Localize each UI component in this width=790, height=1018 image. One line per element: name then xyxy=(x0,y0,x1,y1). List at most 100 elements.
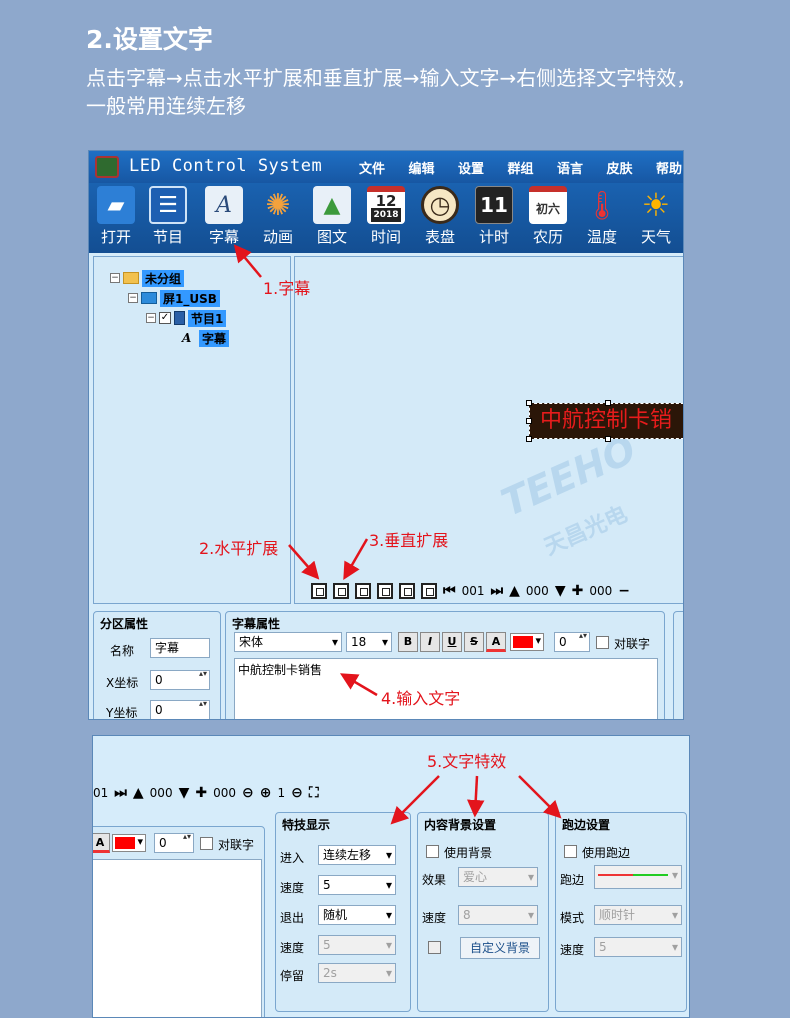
menu-group[interactable]: 群组 xyxy=(508,158,558,177)
custom-background-button[interactable]: 自定义背景 xyxy=(460,937,540,959)
led-text-area[interactable]: 中航控制卡销 xyxy=(529,403,683,439)
checkbox-checked-icon[interactable]: ✓ xyxy=(159,312,171,324)
annotation-step5: 5.文字特效 xyxy=(427,752,507,771)
tree-node-group[interactable]: − 未分组 xyxy=(110,269,185,287)
program-icon: ☰ xyxy=(149,186,187,224)
couplet-checkbox[interactable] xyxy=(200,837,213,850)
collapse-icon[interactable]: − xyxy=(128,293,138,303)
menu-file[interactable]: 文件 xyxy=(359,158,409,177)
align-bottom-button[interactable] xyxy=(421,583,437,599)
toolbar-open-button[interactable]: ▰ 打开 xyxy=(91,183,141,253)
next-frame-icon[interactable]: ⏭ xyxy=(114,785,127,801)
enter-effect-select[interactable]: 连续左移 xyxy=(318,845,396,865)
toolbar-weather-button[interactable]: ☀ 天气 xyxy=(631,183,681,253)
italic-button[interactable]: I xyxy=(420,632,440,652)
bg-speed-select[interactable]: 8 xyxy=(458,905,538,925)
text-content-input[interactable] xyxy=(93,859,262,1017)
custom-bg-checkbox[interactable] xyxy=(428,941,441,954)
tree-group-label: 未分组 xyxy=(142,269,185,287)
resize-handle[interactable] xyxy=(605,400,611,406)
zoom-out-icon[interactable]: ⊖ xyxy=(291,785,303,801)
border-style-select[interactable] xyxy=(594,865,682,889)
enter-speed-select[interactable]: 5 xyxy=(318,875,396,895)
x-label: X坐标 xyxy=(106,676,139,690)
toolbar-lunar-button[interactable]: 初六 农历 xyxy=(523,183,573,253)
align-left-button[interactable] xyxy=(377,583,393,599)
exit-effect-select[interactable]: 随机 xyxy=(318,905,396,925)
color-swatch xyxy=(115,837,135,849)
font-select[interactable]: 宋体 xyxy=(234,632,342,652)
underline-button[interactable]: U xyxy=(442,632,462,652)
border-speed-select[interactable]: 5 xyxy=(594,937,682,957)
horizontal-expand-button[interactable] xyxy=(311,583,327,599)
toolbar-subtitle-button[interactable]: A 字幕 xyxy=(199,183,249,253)
align-center-button[interactable] xyxy=(355,583,371,599)
toolbar-animation-button[interactable]: ✺ 动画 xyxy=(253,183,303,253)
toolbar-dial-button[interactable]: ◷ 表盘 xyxy=(415,183,465,253)
toolbar-program-button[interactable]: ☰ 节目 xyxy=(143,183,193,253)
collapse-icon[interactable]: − xyxy=(110,273,120,283)
toolbar-label: 温度 xyxy=(586,228,617,246)
color-picker[interactable] xyxy=(510,633,544,651)
down-triangle-icon[interactable]: ▼ xyxy=(179,785,190,801)
use-background-checkbox[interactable] xyxy=(426,845,439,858)
color-picker[interactable] xyxy=(112,834,146,852)
name-input[interactable]: 字幕 xyxy=(150,638,210,658)
menu-edit[interactable]: 编辑 xyxy=(409,158,459,177)
menu-language[interactable]: 语言 xyxy=(557,158,607,177)
fit-screen-icon[interactable]: ⛶ xyxy=(309,785,319,801)
toolbar-image-text-button[interactable]: ▲ 图文 xyxy=(307,183,357,253)
up-triangle-icon[interactable]: ▲ xyxy=(509,583,520,599)
tree-node-screen[interactable]: − 屏1_USB xyxy=(128,289,220,307)
toolbar-timer-button[interactable]: 11 计时 xyxy=(469,183,519,253)
down-triangle-icon[interactable]: ▼ xyxy=(555,583,566,599)
y-coordinate-input[interactable]: 0 xyxy=(150,699,210,719)
strikethrough-button[interactable]: S xyxy=(464,632,484,652)
resize-handle[interactable] xyxy=(526,436,532,442)
font-size-select[interactable]: 18 xyxy=(346,632,392,652)
plus-icon[interactable]: ✚ xyxy=(572,583,584,599)
menu-skin[interactable]: 皮肤 xyxy=(607,158,657,177)
toolbar-label: 字幕 xyxy=(208,228,239,246)
toolbar-temperature-button[interactable]: 🌡 温度 xyxy=(577,183,627,253)
bold-button[interactable]: B xyxy=(398,632,418,652)
tree-node-program[interactable]: − ✓ 节目1 xyxy=(146,309,227,327)
align-top-button[interactable] xyxy=(399,583,415,599)
resize-handle[interactable] xyxy=(526,400,532,406)
menu-settings[interactable]: 设置 xyxy=(458,158,508,177)
up-triangle-icon[interactable]: ▲ xyxy=(133,785,144,801)
toolbar-time-button[interactable]: 12 2018 时间 xyxy=(361,183,411,253)
first-frame-icon[interactable]: ⏮ xyxy=(443,583,456,599)
border-mode-select[interactable]: 顺时针 xyxy=(594,905,682,925)
exit-speed-select[interactable]: 5 xyxy=(318,935,396,955)
dial-clock-icon: ◷ xyxy=(421,186,459,224)
use-border-checkbox[interactable] xyxy=(564,845,577,858)
screen-icon xyxy=(141,292,157,304)
plus-value: 000 xyxy=(213,786,236,800)
weather-sun-icon: ☀ xyxy=(641,186,671,224)
plus-value: 000 xyxy=(589,584,613,598)
char-spacing-input[interactable]: 0 xyxy=(154,832,194,853)
text-color-button[interactable]: A xyxy=(93,833,110,853)
x-coordinate-input[interactable]: 0 xyxy=(150,669,210,690)
tree-node-subtitle[interactable]: A 字幕 xyxy=(182,329,230,347)
next-frame-icon[interactable]: ⏭ xyxy=(491,583,504,599)
app-screenshot-effects: 01 ⏭ ▲ 000 ▼ ✚ 000 ⊖ ⊕ 1 ⊖ ⛶ A 0 对联字 特技显… xyxy=(92,735,690,1018)
page-intro: 点击字幕→点击水平扩展和垂直扩展→输入文字→右侧选择文字特效，一般常用连续左移 xyxy=(86,66,697,118)
plus-icon[interactable]: ✚ xyxy=(195,785,207,801)
border-title: 跑边设置 xyxy=(562,818,611,832)
vertical-expand-button[interactable] xyxy=(333,583,349,599)
minus-icon[interactable]: − xyxy=(618,583,630,599)
zoom-in-icon[interactable]: ⊕ xyxy=(260,785,272,801)
resize-handle[interactable] xyxy=(605,436,611,442)
couplet-checkbox[interactable] xyxy=(596,636,609,649)
area-props-title: 分区属性 xyxy=(100,617,149,631)
stay-time-select[interactable]: 2s xyxy=(318,963,396,983)
resize-handle[interactable] xyxy=(526,418,532,424)
bg-effect-select[interactable]: 爱心 xyxy=(458,867,538,887)
char-spacing-input[interactable]: 0 xyxy=(554,631,590,652)
menu-help[interactable]: 帮助 xyxy=(656,158,683,177)
text-color-button[interactable]: A xyxy=(486,632,506,652)
collapse-icon[interactable]: − xyxy=(146,313,156,323)
minus-icon[interactable]: ⊖ xyxy=(242,785,254,801)
